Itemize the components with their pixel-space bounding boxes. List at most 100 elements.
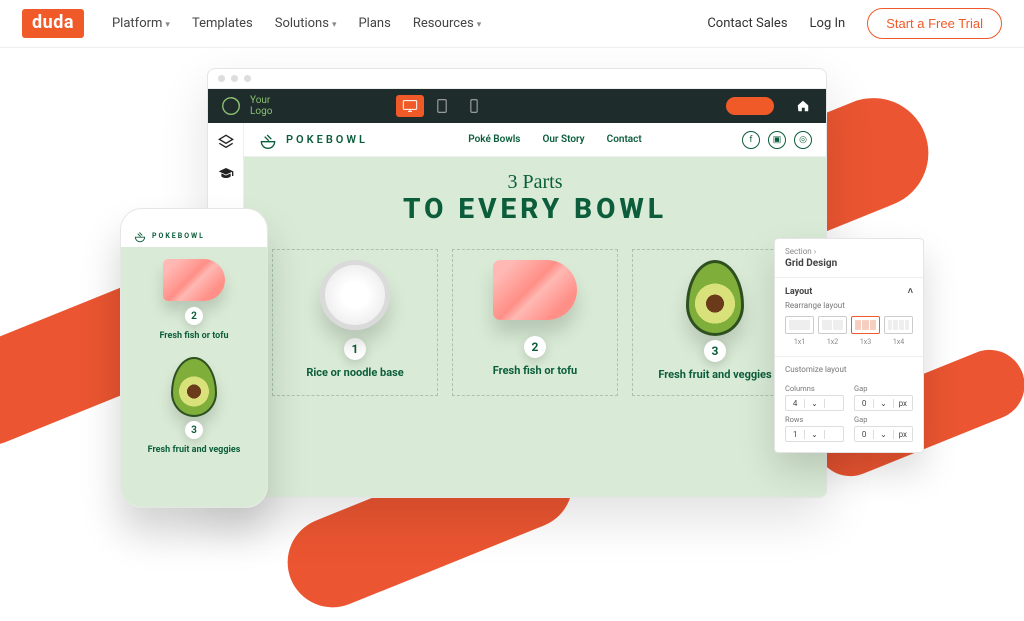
rows-stepper[interactable]: 1⌄: [785, 426, 844, 442]
publish-pill-button[interactable]: [726, 97, 774, 115]
card-caption: Fresh fish or tofu: [459, 364, 611, 377]
columns-gap-stepper[interactable]: 0⌄px: [854, 395, 913, 411]
nav-item-plans[interactable]: Plans: [358, 16, 390, 31]
site-hero: 3 Parts TO EVERY BOWL 1 Rice or noodle b…: [244, 157, 826, 497]
card-fish[interactable]: 2 Fresh fish or tofu: [452, 249, 618, 396]
brand-logo[interactable]: duda: [22, 9, 84, 38]
card-number-badge: 2: [524, 336, 546, 358]
window-chrome: [208, 69, 826, 89]
device-tablet-button[interactable]: [428, 95, 456, 117]
chevron-down-icon: ⌄: [873, 430, 893, 439]
learn-tool[interactable]: [215, 163, 237, 185]
nav-item-templates[interactable]: Templates: [192, 16, 253, 31]
site-nav-item[interactable]: Our Story: [542, 134, 584, 145]
card-rice[interactable]: 1 Rice or noodle base: [272, 249, 438, 396]
site-nav-item[interactable]: Contact: [607, 134, 642, 145]
columns-gap-label: Gap: [854, 384, 913, 393]
rearrange-label: Rearrange layout: [775, 301, 923, 316]
layout-option-labels: 1x1 1x2 1x3 1x4: [775, 338, 923, 356]
your-logo-text: Logo: [250, 106, 272, 117]
device-desktop-button[interactable]: [396, 95, 424, 117]
avocado-image: [171, 357, 217, 417]
site-nav: Poké Bowls Our Story Contact: [468, 134, 642, 145]
card-number-badge: 2: [185, 307, 203, 325]
panel-section-label: Layout: [785, 287, 812, 297]
layout-label: 1x4: [884, 338, 913, 346]
chevron-down-icon: ⌄: [804, 399, 824, 408]
layout-label: 1x1: [785, 338, 814, 346]
device-switcher: [396, 95, 488, 117]
hero-big-text: TO EVERY BOWL: [262, 192, 808, 225]
editor-topbar: YourLogo: [208, 89, 826, 123]
device-mobile-button[interactable]: [460, 95, 488, 117]
fish-image: [163, 259, 225, 301]
hero-stage: YourLogo: [0, 48, 1024, 515]
bowl-icon: [258, 130, 278, 150]
layout-label: 1x3: [851, 338, 880, 346]
nav-right: Contact Sales Log In Start a Free Trial: [707, 8, 1002, 39]
nav-item-platform[interactable]: Platform▾: [112, 16, 170, 31]
nav-left: Platform▾ Templates Solutions▾ Plans Res…: [112, 16, 481, 31]
rice-image: [320, 260, 390, 330]
chevron-down-icon: ⌄: [804, 430, 824, 439]
customize-label: Customize layout: [775, 357, 923, 380]
hero-script-text: 3 Parts: [262, 171, 808, 194]
stepper-value: 1: [786, 430, 804, 439]
rows-label: Rows: [785, 415, 844, 424]
contact-sales-link[interactable]: Contact Sales: [707, 16, 787, 31]
login-link[interactable]: Log In: [810, 16, 846, 31]
card-caption: Fresh fish or tofu: [135, 331, 253, 341]
card-caption: Fresh fruit and veggies: [135, 445, 253, 455]
panel-breadcrumb[interactable]: Section ›: [775, 239, 923, 258]
layout-label: 1x2: [818, 338, 847, 346]
grid-design-panel: Section › Grid Design Layout ˄ Rearrange…: [774, 238, 924, 453]
layers-tool[interactable]: [215, 131, 237, 153]
your-logo-text: Your: [250, 95, 270, 106]
desktop-icon: [402, 99, 418, 113]
layout-option-1x2[interactable]: [818, 316, 847, 334]
columns-label: Columns: [785, 384, 844, 393]
nav-label: Resources: [413, 16, 474, 31]
phone-header: POKEBOWL: [121, 225, 267, 247]
layout-option-1x4[interactable]: [884, 316, 913, 334]
tablet-icon: [436, 99, 448, 113]
layout-option-1x3[interactable]: [851, 316, 880, 334]
your-logo-placeholder[interactable]: YourLogo: [220, 95, 272, 117]
columns-stepper[interactable]: 4⌄: [785, 395, 844, 411]
stepper-unit: px: [894, 430, 912, 439]
card-caption: Fresh fruit and veggies: [639, 368, 791, 381]
site-header: POKEBOWL Poké Bowls Our Story Contact f …: [244, 123, 826, 157]
stepper-value: 0: [855, 430, 873, 439]
instagram-icon[interactable]: ◎: [794, 131, 812, 149]
start-trial-button[interactable]: Start a Free Trial: [867, 8, 1002, 39]
phone-mock: POKEBOWL 2 Fresh fish or tofu 3 Fresh fr…: [120, 208, 268, 508]
card-number-badge: 3: [185, 421, 203, 439]
graduation-icon: [218, 166, 234, 182]
panel-title: Grid Design: [775, 258, 923, 277]
top-nav: duda Platform▾ Templates Solutions▾ Plan…: [0, 0, 1024, 48]
editor-window: YourLogo: [207, 68, 827, 498]
nav-item-solutions[interactable]: Solutions▾: [275, 16, 337, 31]
rows-gap-stepper[interactable]: 0⌄px: [854, 426, 913, 442]
site-nav-item[interactable]: Poké Bowls: [468, 134, 520, 145]
youtube-icon[interactable]: ▣: [768, 131, 786, 149]
fish-image: [493, 260, 577, 320]
phone-brand-text: POKEBOWL: [152, 232, 205, 240]
hero-cards: 1 Rice or noodle base 2 Fresh fish or to…: [272, 249, 798, 396]
mobile-icon: [469, 99, 479, 113]
chevron-down-icon: ▾: [332, 20, 337, 30]
card-number-badge: 1: [344, 338, 366, 360]
site-brand[interactable]: POKEBOWL: [258, 130, 368, 150]
layout-option-1x1[interactable]: [785, 316, 814, 334]
home-button[interactable]: [792, 95, 814, 117]
stepper-value: 0: [855, 399, 873, 408]
card-number-badge: 3: [704, 340, 726, 362]
site-brand-text: POKEBOWL: [286, 133, 368, 146]
facebook-icon[interactable]: f: [742, 131, 760, 149]
collapse-icon[interactable]: ˄: [908, 286, 913, 297]
chevron-down-icon: ▾: [165, 20, 170, 30]
card-caption: Rice or noodle base: [279, 366, 431, 379]
layout-controls: Columns 4⌄ Gap 0⌄px Rows 1⌄: [775, 384, 923, 452]
nav-item-resources[interactable]: Resources▾: [413, 16, 481, 31]
avocado-image: [686, 260, 744, 336]
